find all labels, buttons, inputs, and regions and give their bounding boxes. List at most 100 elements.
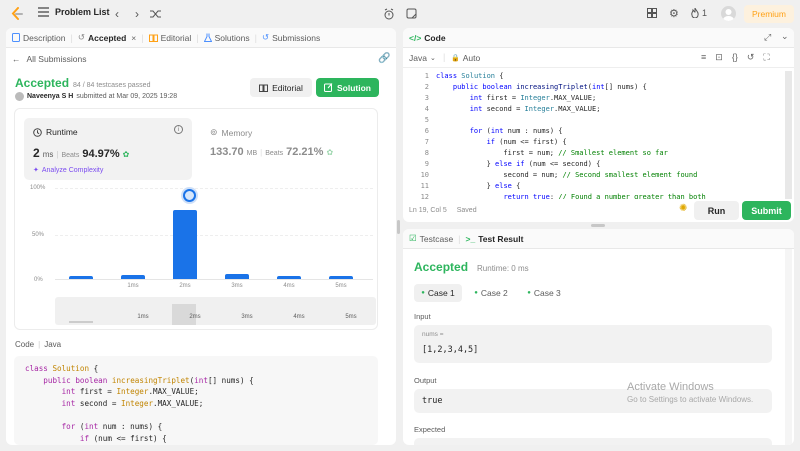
code-language: Java bbox=[44, 340, 62, 349]
debug-icon[interactable]: ✺ bbox=[679, 203, 687, 214]
range-tick-label: 5ms bbox=[345, 314, 357, 320]
settings-gear-icon[interactable]: ⚙ bbox=[669, 7, 679, 20]
info-icon[interactable]: i bbox=[174, 125, 183, 134]
format-icon[interactable]: ≡ bbox=[701, 52, 706, 63]
premium-button[interactable]: Premium bbox=[744, 5, 794, 23]
minimize-icon[interactable]: ⌄ bbox=[781, 31, 789, 42]
line-number: 3 bbox=[424, 94, 429, 102]
vertical-resize-handle[interactable] bbox=[397, 220, 400, 234]
submitted-at: submitted at Mar 09, 2025 19:28 bbox=[76, 93, 178, 100]
memory-box[interactable]: ⊚ Memory 133.70 MB | Beats 72.21% ✿ bbox=[201, 118, 369, 180]
runtime-box[interactable]: Runtime i 2 ms | Beats 94.97% ✿ ✦ Analyz… bbox=[24, 118, 192, 180]
language-select[interactable]: Java ⌄ bbox=[409, 53, 436, 63]
bookmark-icon[interactable]: ⊡ bbox=[715, 52, 723, 63]
cheer-icon: ✿ bbox=[122, 150, 130, 159]
braces-icon[interactable]: {} bbox=[732, 52, 738, 63]
windows-activation-watermark: Activate Windows Go to Settings to activ… bbox=[627, 381, 753, 404]
runtime-bar[interactable] bbox=[173, 209, 197, 279]
tab-submissions[interactable]: ↺ Submissions bbox=[257, 32, 325, 43]
code-line: if (num <= first) { bbox=[79, 433, 167, 443]
tab-solutions[interactable]: Solutions bbox=[199, 33, 255, 43]
mini-bar bbox=[69, 321, 93, 323]
passed-dot-icon: ● bbox=[421, 290, 425, 296]
case-tab-3[interactable]: ● Case 3 bbox=[520, 284, 568, 302]
case-tab-2[interactable]: ● Case 2 bbox=[467, 284, 515, 302]
x-tick-label: 1ms bbox=[127, 283, 139, 289]
solution-button[interactable]: Solution bbox=[316, 78, 379, 97]
leetcode-logo[interactable] bbox=[10, 7, 24, 21]
top-bar: Problem List ‹ › ⚙ 1 Premium bbox=[0, 0, 800, 28]
next-problem-icon[interactable]: › bbox=[131, 7, 143, 21]
runtime-bar[interactable] bbox=[329, 276, 353, 279]
code-editor[interactable]: 1 2 3 4 5 6 7 8 9 10 11 12 class Solution { public … bbox=[403, 71, 794, 199]
memory-value: 133.70 bbox=[210, 146, 244, 158]
left-tab-bar: Description | ↺ Accepted × | Editorial |… bbox=[6, 28, 396, 48]
testcases-passed: 84 / 84 testcases passed bbox=[73, 82, 151, 89]
y-tick-label: 100% bbox=[30, 185, 46, 191]
timer-icon[interactable] bbox=[381, 6, 397, 22]
shuffle-icon[interactable] bbox=[149, 8, 161, 20]
editor-code-line: int second = Integer.MAX_VALUE; bbox=[469, 105, 601, 113]
editor-status-bar: Ln 19, Col 5 Saved bbox=[409, 207, 477, 214]
editor-code-line: } else { bbox=[436, 182, 521, 190]
submitter-row: Naveenya S H submitted at Mar 09, 2025 1… bbox=[15, 92, 177, 101]
line-number: 9 bbox=[424, 160, 429, 168]
runtime-bar[interactable] bbox=[225, 274, 249, 279]
tab-testcase[interactable]: ☑ Testcase bbox=[403, 233, 458, 244]
layout-icon[interactable] bbox=[647, 8, 657, 20]
submitted-code[interactable]: class Solution { public boolean increasi… bbox=[14, 356, 378, 445]
line-number: 8 bbox=[424, 149, 429, 157]
input-box: nums = [1,2,3,4,5] bbox=[414, 325, 772, 363]
back-to-submissions[interactable]: ← All Submissions bbox=[12, 54, 87, 64]
tab-code[interactable]: </> Code bbox=[403, 33, 451, 43]
code-line: int second = Integer.MAX_VALUE; bbox=[61, 398, 204, 408]
code-icon: </> bbox=[409, 32, 422, 43]
share-link-icon[interactable]: 🔗 bbox=[378, 53, 390, 64]
reset-icon[interactable]: ↺ bbox=[747, 52, 755, 63]
line-number: 12 bbox=[420, 193, 429, 199]
runtime-bar[interactable] bbox=[121, 275, 145, 279]
runtime-bar[interactable] bbox=[69, 276, 93, 279]
editor-scrollbar[interactable] bbox=[785, 71, 792, 199]
submission-status: Accepted bbox=[15, 76, 70, 90]
run-button[interactable]: Run bbox=[694, 201, 739, 220]
x-tick-label: 4ms bbox=[283, 283, 295, 289]
username[interactable]: Naveenya S H bbox=[27, 93, 73, 100]
stats-card: Runtime i 2 ms | Beats 94.97% ✿ ✦ Analyz… bbox=[14, 108, 378, 330]
problem-list-button[interactable]: Problem List bbox=[38, 7, 110, 17]
editor-code-line bbox=[436, 115, 706, 126]
analyze-complexity-link[interactable]: ✦ Analyze Complexity bbox=[33, 166, 103, 175]
note-icon[interactable] bbox=[404, 6, 418, 20]
line-number: 6 bbox=[424, 127, 429, 135]
terminal-icon: >_ bbox=[465, 233, 476, 244]
tab-editorial[interactable]: Editorial bbox=[144, 33, 197, 43]
runtime-bar[interactable] bbox=[277, 276, 301, 279]
case-tab-1[interactable]: ● Case 1 bbox=[414, 284, 462, 302]
auto-mode-toggle[interactable]: 🔒 Auto bbox=[451, 53, 480, 63]
book-icon bbox=[259, 84, 269, 92]
watermark-subtitle: Go to Settings to activate Windows. bbox=[627, 395, 754, 404]
avatar[interactable] bbox=[721, 6, 736, 21]
history-icon: ↺ bbox=[77, 32, 85, 42]
horizontal-resize-handle[interactable] bbox=[591, 224, 605, 227]
fullscreen-icon[interactable]: ⛶ bbox=[763, 52, 769, 63]
submit-button[interactable]: Submit bbox=[742, 201, 791, 220]
expand-icon[interactable]: ⤢ bbox=[764, 32, 771, 43]
tab-test-result[interactable]: >_ Test Result bbox=[461, 234, 529, 244]
notifications-button[interactable]: 1 bbox=[691, 8, 707, 18]
editor-code-line: int first = Integer.MAX_VALUE; bbox=[469, 94, 597, 102]
line-number: 1 bbox=[424, 72, 429, 80]
user-avatar bbox=[15, 92, 24, 101]
your-submission-marker[interactable] bbox=[183, 189, 196, 202]
prev-problem-icon[interactable]: ‹ bbox=[111, 7, 123, 21]
line-number: 7 bbox=[424, 138, 429, 146]
tab-accepted[interactable]: ↺ Accepted × bbox=[73, 32, 141, 43]
range-selector[interactable]: 1ms 2ms 3ms 4ms 5ms bbox=[55, 297, 376, 325]
flask-icon bbox=[203, 33, 212, 42]
result-scrollbar[interactable] bbox=[785, 249, 792, 445]
editorial-button[interactable]: Editorial bbox=[250, 78, 312, 97]
cheer-icon: ✿ bbox=[326, 148, 334, 157]
close-tab-icon[interactable]: × bbox=[131, 33, 136, 43]
tab-description[interactable]: Description bbox=[6, 33, 71, 43]
